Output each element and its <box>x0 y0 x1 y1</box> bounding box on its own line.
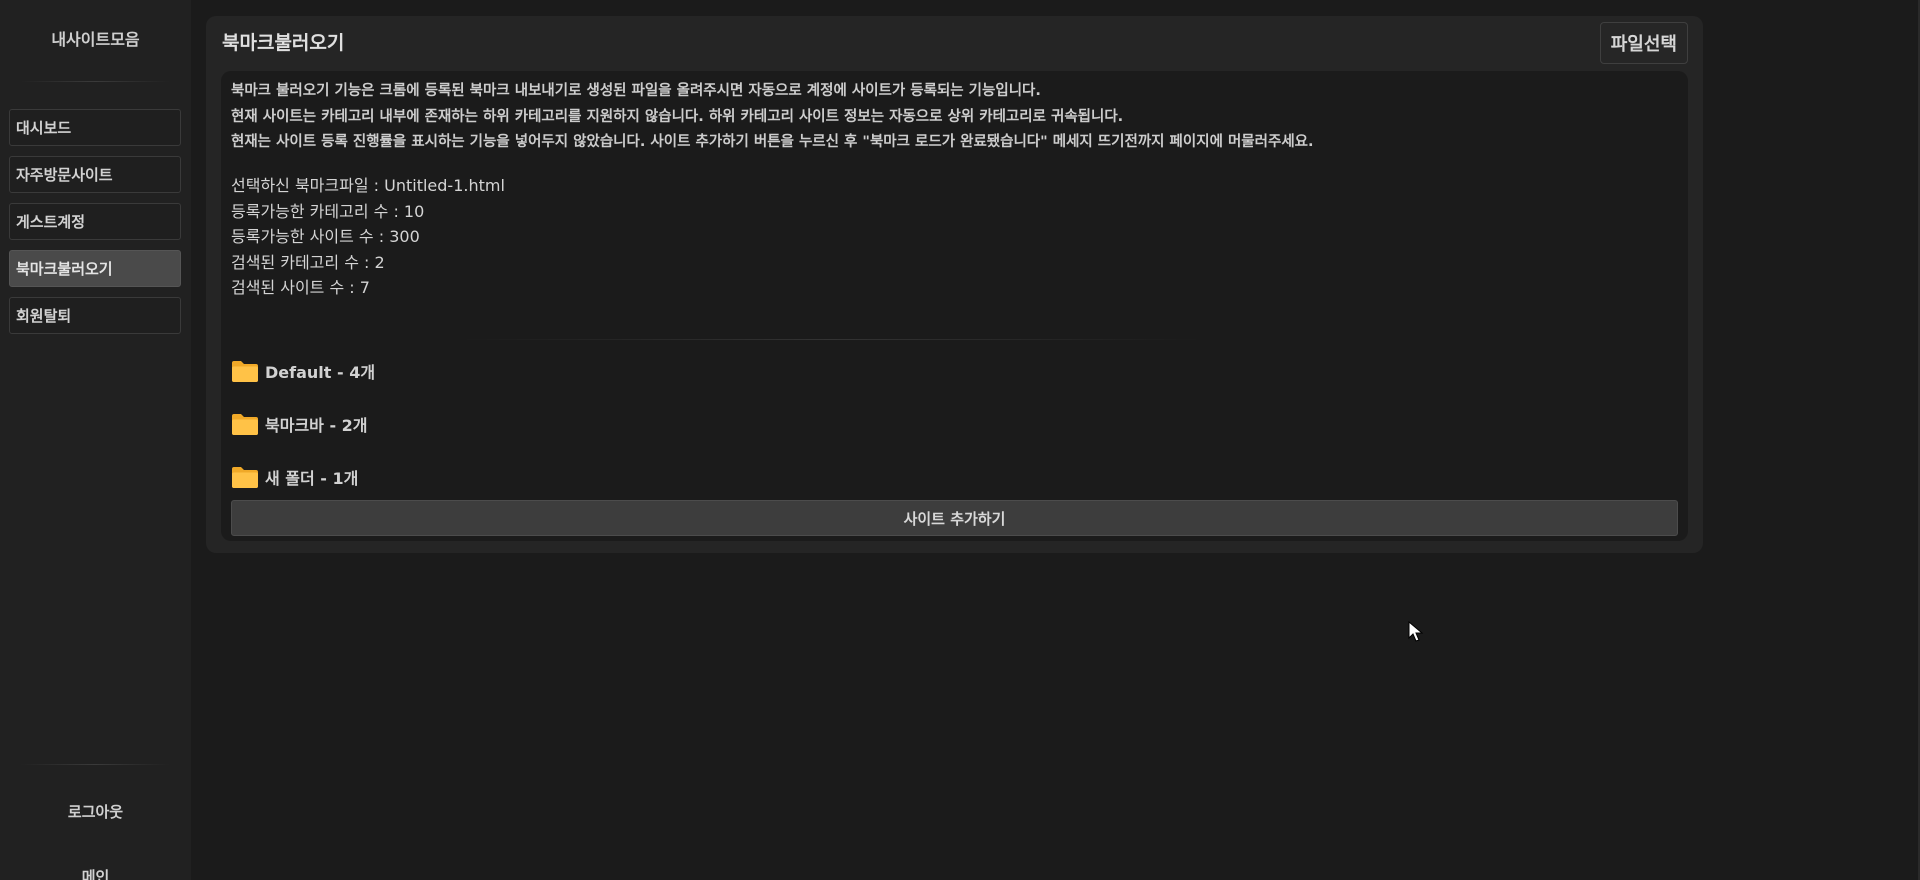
found-categories-stat: 검색된 카테고리 수 : 2 <box>231 252 385 272</box>
notice-text: 현재 사이트는 카테고리 내부에 존재하는 하위 카테고리를 지원하지 않습니다… <box>231 108 1124 125</box>
main-content: 북마크불러오기 파일선택 북마크 불러오기 기능은 크롬에 등록된 북마크 내보… <box>191 0 1920 880</box>
sidebar-item-label: 북마크불러오기 <box>16 260 113 278</box>
sidebar-item-dashboard[interactable]: 대시보드 <box>9 109 181 146</box>
import-body: 북마크 불러오기 기능은 크롬에 등록된 북마크 내보내기로 생성된 파일을 올… <box>221 71 1688 541</box>
bookmark-import-panel: 북마크불러오기 파일선택 북마크 불러오기 기능은 크롬에 등록된 북마크 내보… <box>206 16 1703 553</box>
folder-label: 새 폴더 - 1개 <box>265 468 359 488</box>
folder-icon <box>232 360 258 382</box>
folder-icon <box>232 413 258 435</box>
folder-item-bookmark-bar[interactable]: 북마크바 - 2개 <box>231 397 375 450</box>
sidebar-nav: 대시보드 자주방문사이트 게스트계정 북마크불러오기 회원탈퇴 <box>9 109 181 344</box>
folder-label: Default - 4개 <box>265 362 376 382</box>
folder-item-new-folder[interactable]: 새 폴더 - 1개 <box>231 450 375 503</box>
sidebar-divider-top <box>20 81 170 82</box>
notice-list: 북마크 불러오기 기능은 크롬에 등록된 북마크 내보내기로 생성된 파일을 올… <box>231 79 1314 156</box>
sidebar-item-label: 자주방문사이트 <box>16 166 113 184</box>
notice-text: 현재는 사이트 등록 진행률을 표시하는 기능을 넣어두지 않았습니다. 사이트… <box>231 134 1314 150</box>
add-sites-button[interactable]: 사이트 추가하기 <box>231 500 1678 536</box>
sidebar-item-frequent-sites[interactable]: 자주방문사이트 <box>9 156 181 193</box>
file-select-button[interactable]: 파일선택 <box>1599 22 1688 64</box>
import-stats: 선택하신 북마크파일 : Untitled-1.html 등록가능한 카테고리 … <box>231 173 505 301</box>
sidebar-item-label: 게스트계정 <box>16 213 86 231</box>
folder-icon <box>232 466 258 488</box>
category-limit-stat: 등록가능한 카테고리 수 : 10 <box>231 201 425 221</box>
found-sites-stat: 검색된 사이트 수 : 7 <box>231 278 370 297</box>
logout-button[interactable]: 로그아웃 <box>0 801 191 822</box>
folder-item-default[interactable]: Default - 4개 <box>231 344 375 397</box>
folder-label: 북마크바 - 2개 <box>265 415 368 435</box>
sidebar: 내사이트모음 대시보드 자주방문사이트 게스트계정 북마크불러오기 회원탈퇴 로… <box>0 0 191 880</box>
brand-title[interactable]: 내사이트모음 <box>0 26 191 50</box>
sidebar-item-bookmark-import[interactable]: 북마크불러오기 <box>9 250 181 287</box>
app-window: 내사이트모음 대시보드 자주방문사이트 게스트계정 북마크불러오기 회원탈퇴 로… <box>0 0 1920 880</box>
sidebar-divider-bottom <box>20 764 170 765</box>
sidebar-item-guest-account[interactable]: 게스트계정 <box>9 203 181 240</box>
selected-file-stat: 선택하신 북마크파일 : Untitled-1.html <box>231 176 505 195</box>
sidebar-item-withdraw[interactable]: 회원탈퇴 <box>9 297 181 334</box>
folder-list: Default - 4개 북마크바 - 2개 새 폴더 - 1개 <box>231 344 375 503</box>
content-divider <box>461 339 1201 340</box>
main-link[interactable]: 메인 <box>0 866 191 880</box>
site-limit-stat: 등록가능한 사이트 수 : 300 <box>231 227 420 246</box>
sidebar-item-label: 대시보드 <box>16 119 72 137</box>
mouse-pointer-icon <box>1408 621 1424 642</box>
notice-text: 북마크 불러오기 기능은 크롬에 등록된 북마크 내보내기로 생성된 파일을 올… <box>231 83 1041 99</box>
sidebar-item-label: 회원탈퇴 <box>16 307 72 325</box>
page-title: 북마크불러오기 <box>222 32 345 54</box>
